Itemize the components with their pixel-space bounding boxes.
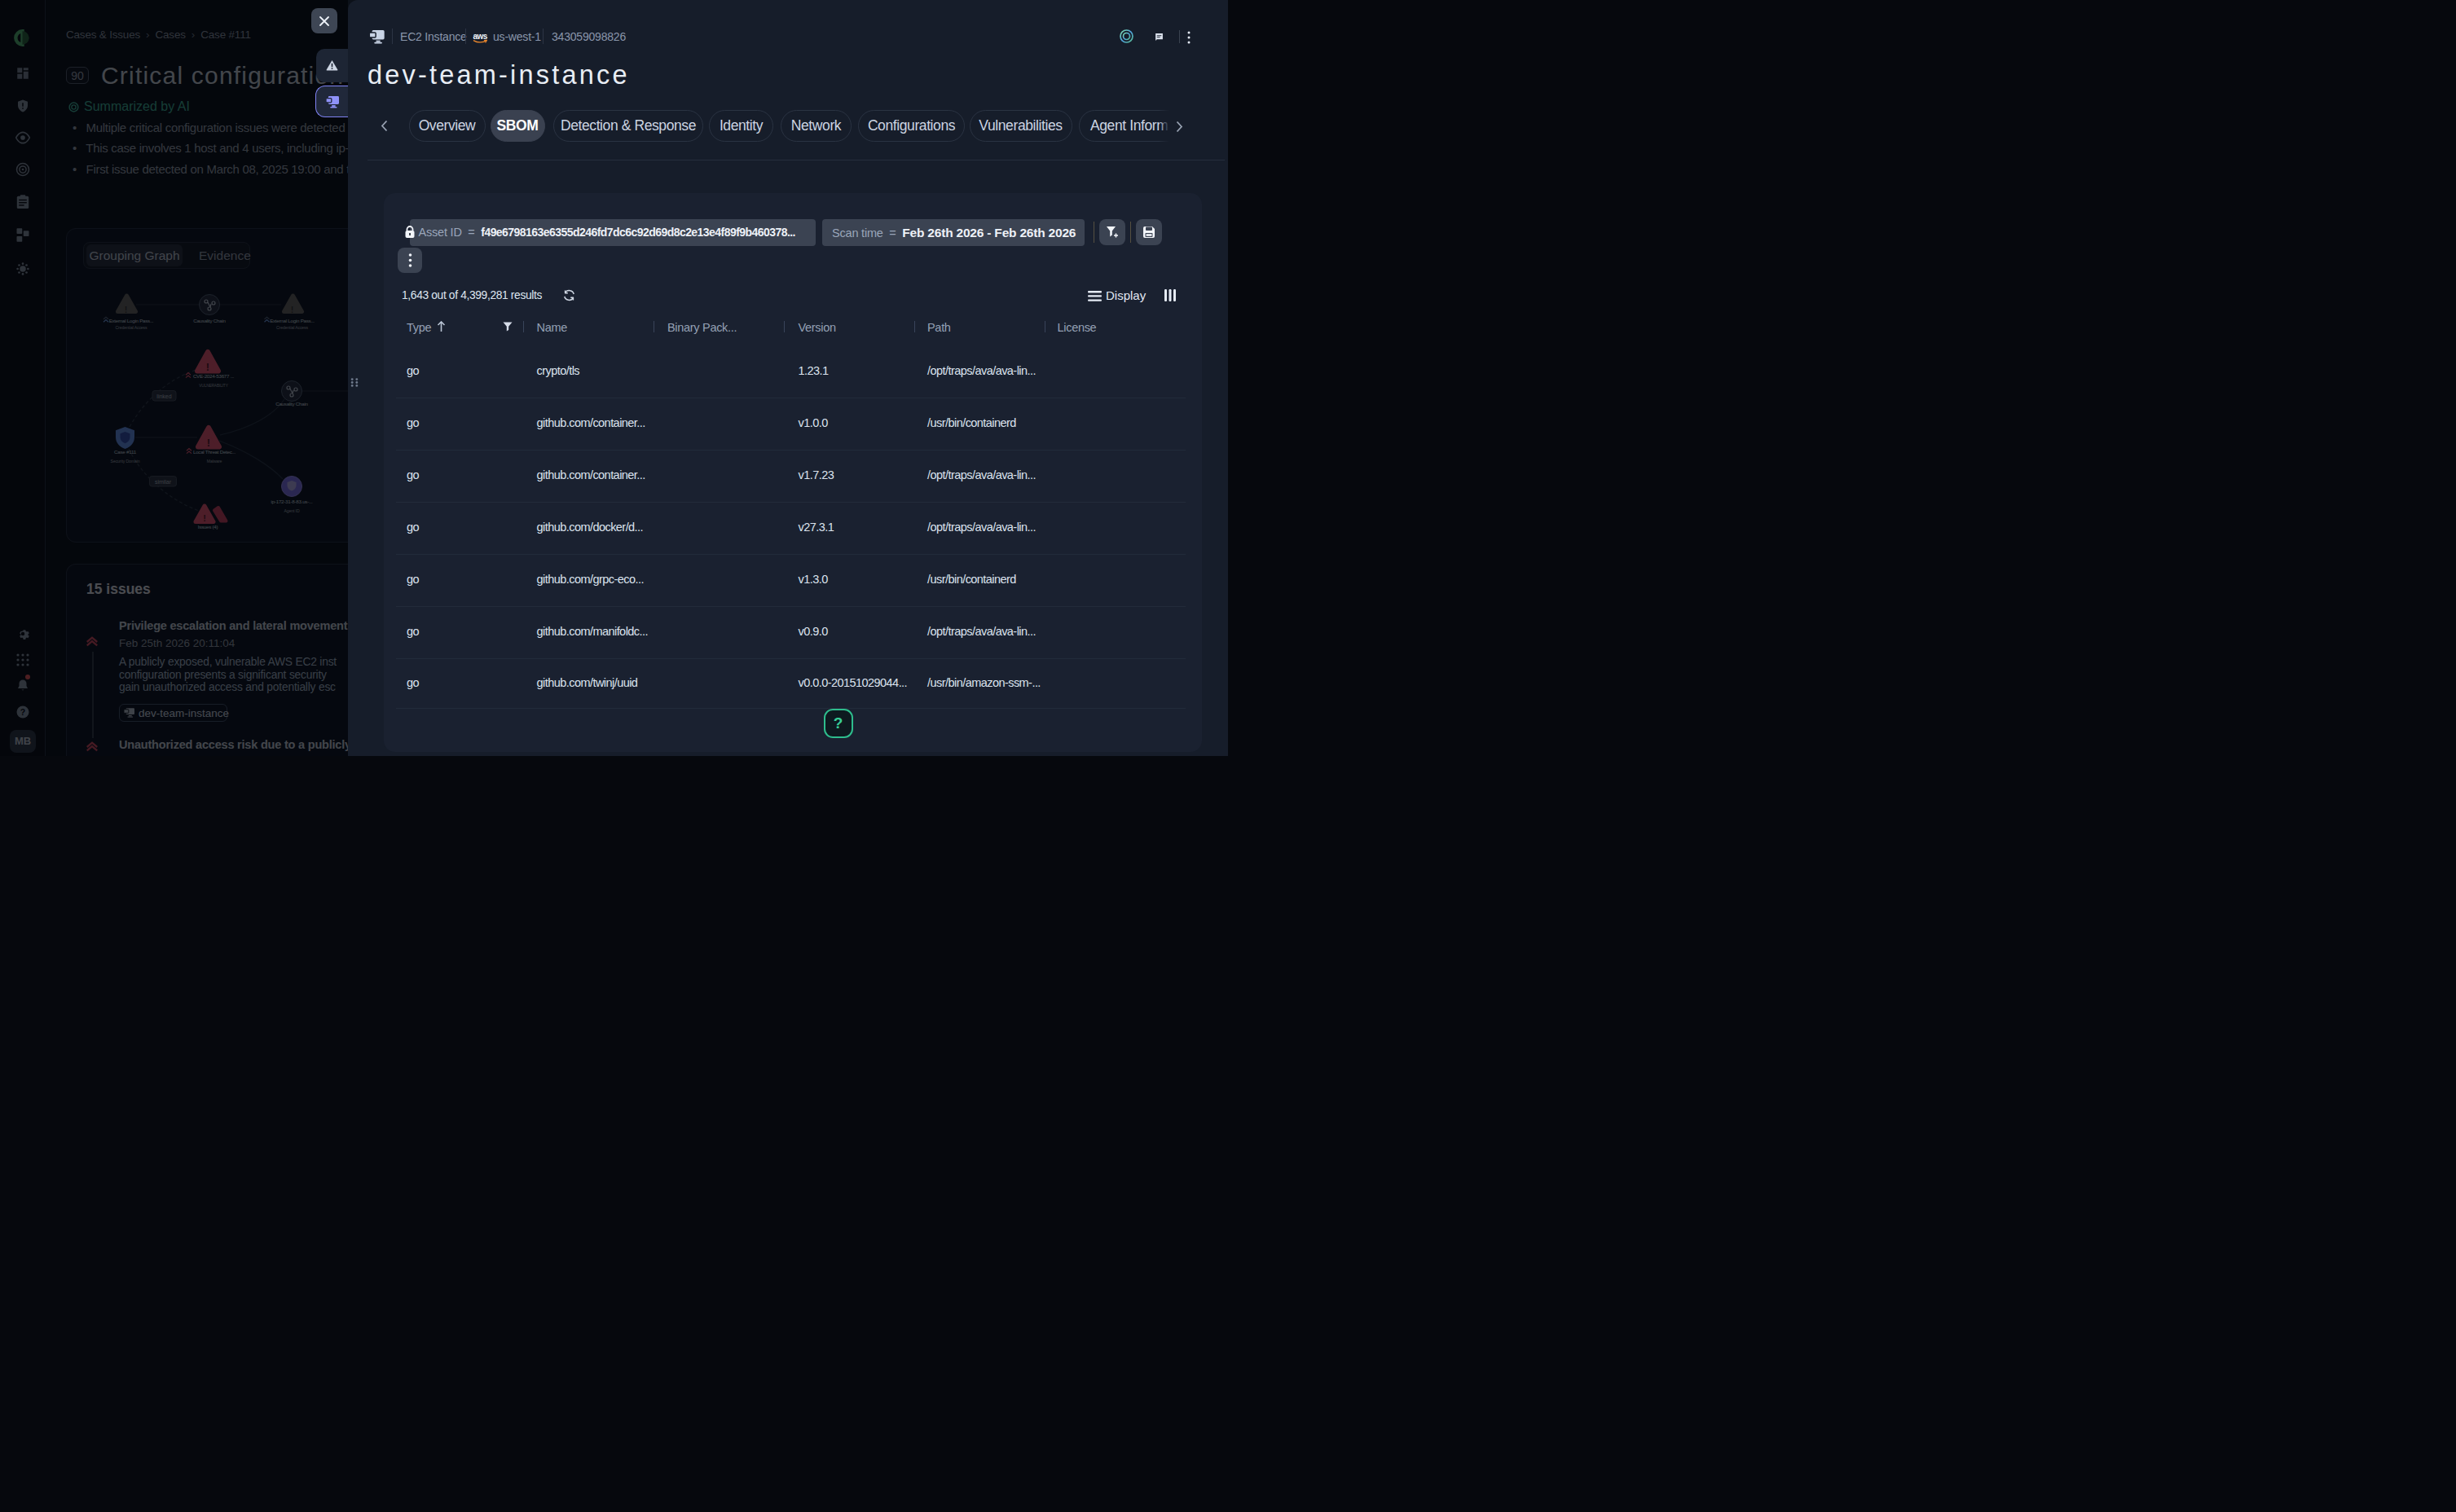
svg-text:aws: aws — [473, 32, 488, 41]
